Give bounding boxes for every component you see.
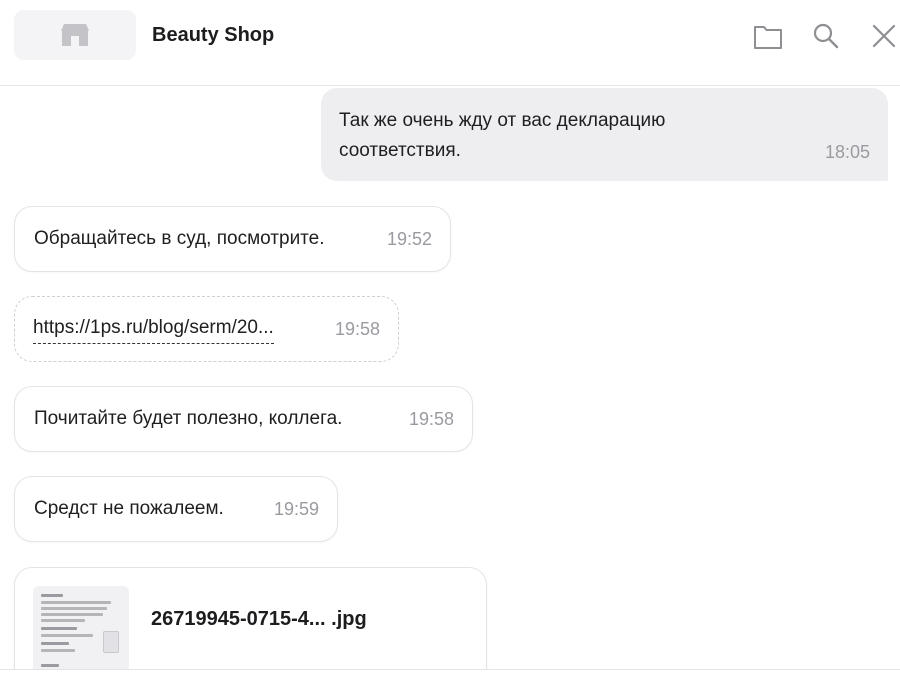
shop-name[interactable]: Beauty Shop — [152, 24, 274, 47]
shop-icon — [61, 24, 89, 46]
message-time: 19:59 — [273, 499, 319, 519]
message-incoming: Средст не пожалеем. 19:59 — [14, 476, 338, 542]
file-name[interactable]: 26719945-0715-4... .jpg — [151, 604, 367, 634]
search-icon[interactable] — [810, 20, 842, 52]
message-time: 18:05 — [824, 142, 870, 162]
message-text-line: Так же очень жду от вас декларацию — [339, 110, 666, 131]
message-list[interactable]: Так же очень жду от вас декларацию соотв… — [0, 86, 900, 669]
shop-avatar[interactable] — [14, 10, 136, 60]
link-url[interactable]: https://1ps.ru/blog/serm/20... — [33, 314, 274, 344]
message-incoming: Почитайте будет полезно, коллега. 19:58 — [14, 386, 473, 452]
message-file[interactable]: 26719945-0715-4... .jpg — [14, 567, 487, 669]
close-icon[interactable] — [868, 20, 900, 52]
folder-icon[interactable] — [752, 20, 784, 52]
message-text: Обращайтесь в суд, посмотрите. — [34, 228, 325, 249]
message-time: 19:58 — [334, 319, 380, 339]
message-incoming: Обращайтесь в суд, посмотрите. 19:52 — [14, 206, 451, 272]
message-text-line: соответствия. — [339, 140, 461, 161]
composer-area[interactable] — [0, 670, 900, 690]
message-time: 19:58 — [408, 409, 454, 429]
message-time: 19:52 — [386, 229, 432, 249]
message-text: Почитайте будет полезно, коллега. — [34, 408, 343, 429]
chat-header: Beauty Shop — [0, 0, 900, 86]
message-text: Средст не пожалеем. — [34, 498, 224, 519]
message-outgoing: Так же очень жду от вас декларацию соотв… — [321, 88, 888, 181]
message-link: https://1ps.ru/blog/serm/20... 19:58 — [14, 296, 399, 362]
file-thumbnail[interactable] — [33, 586, 129, 669]
